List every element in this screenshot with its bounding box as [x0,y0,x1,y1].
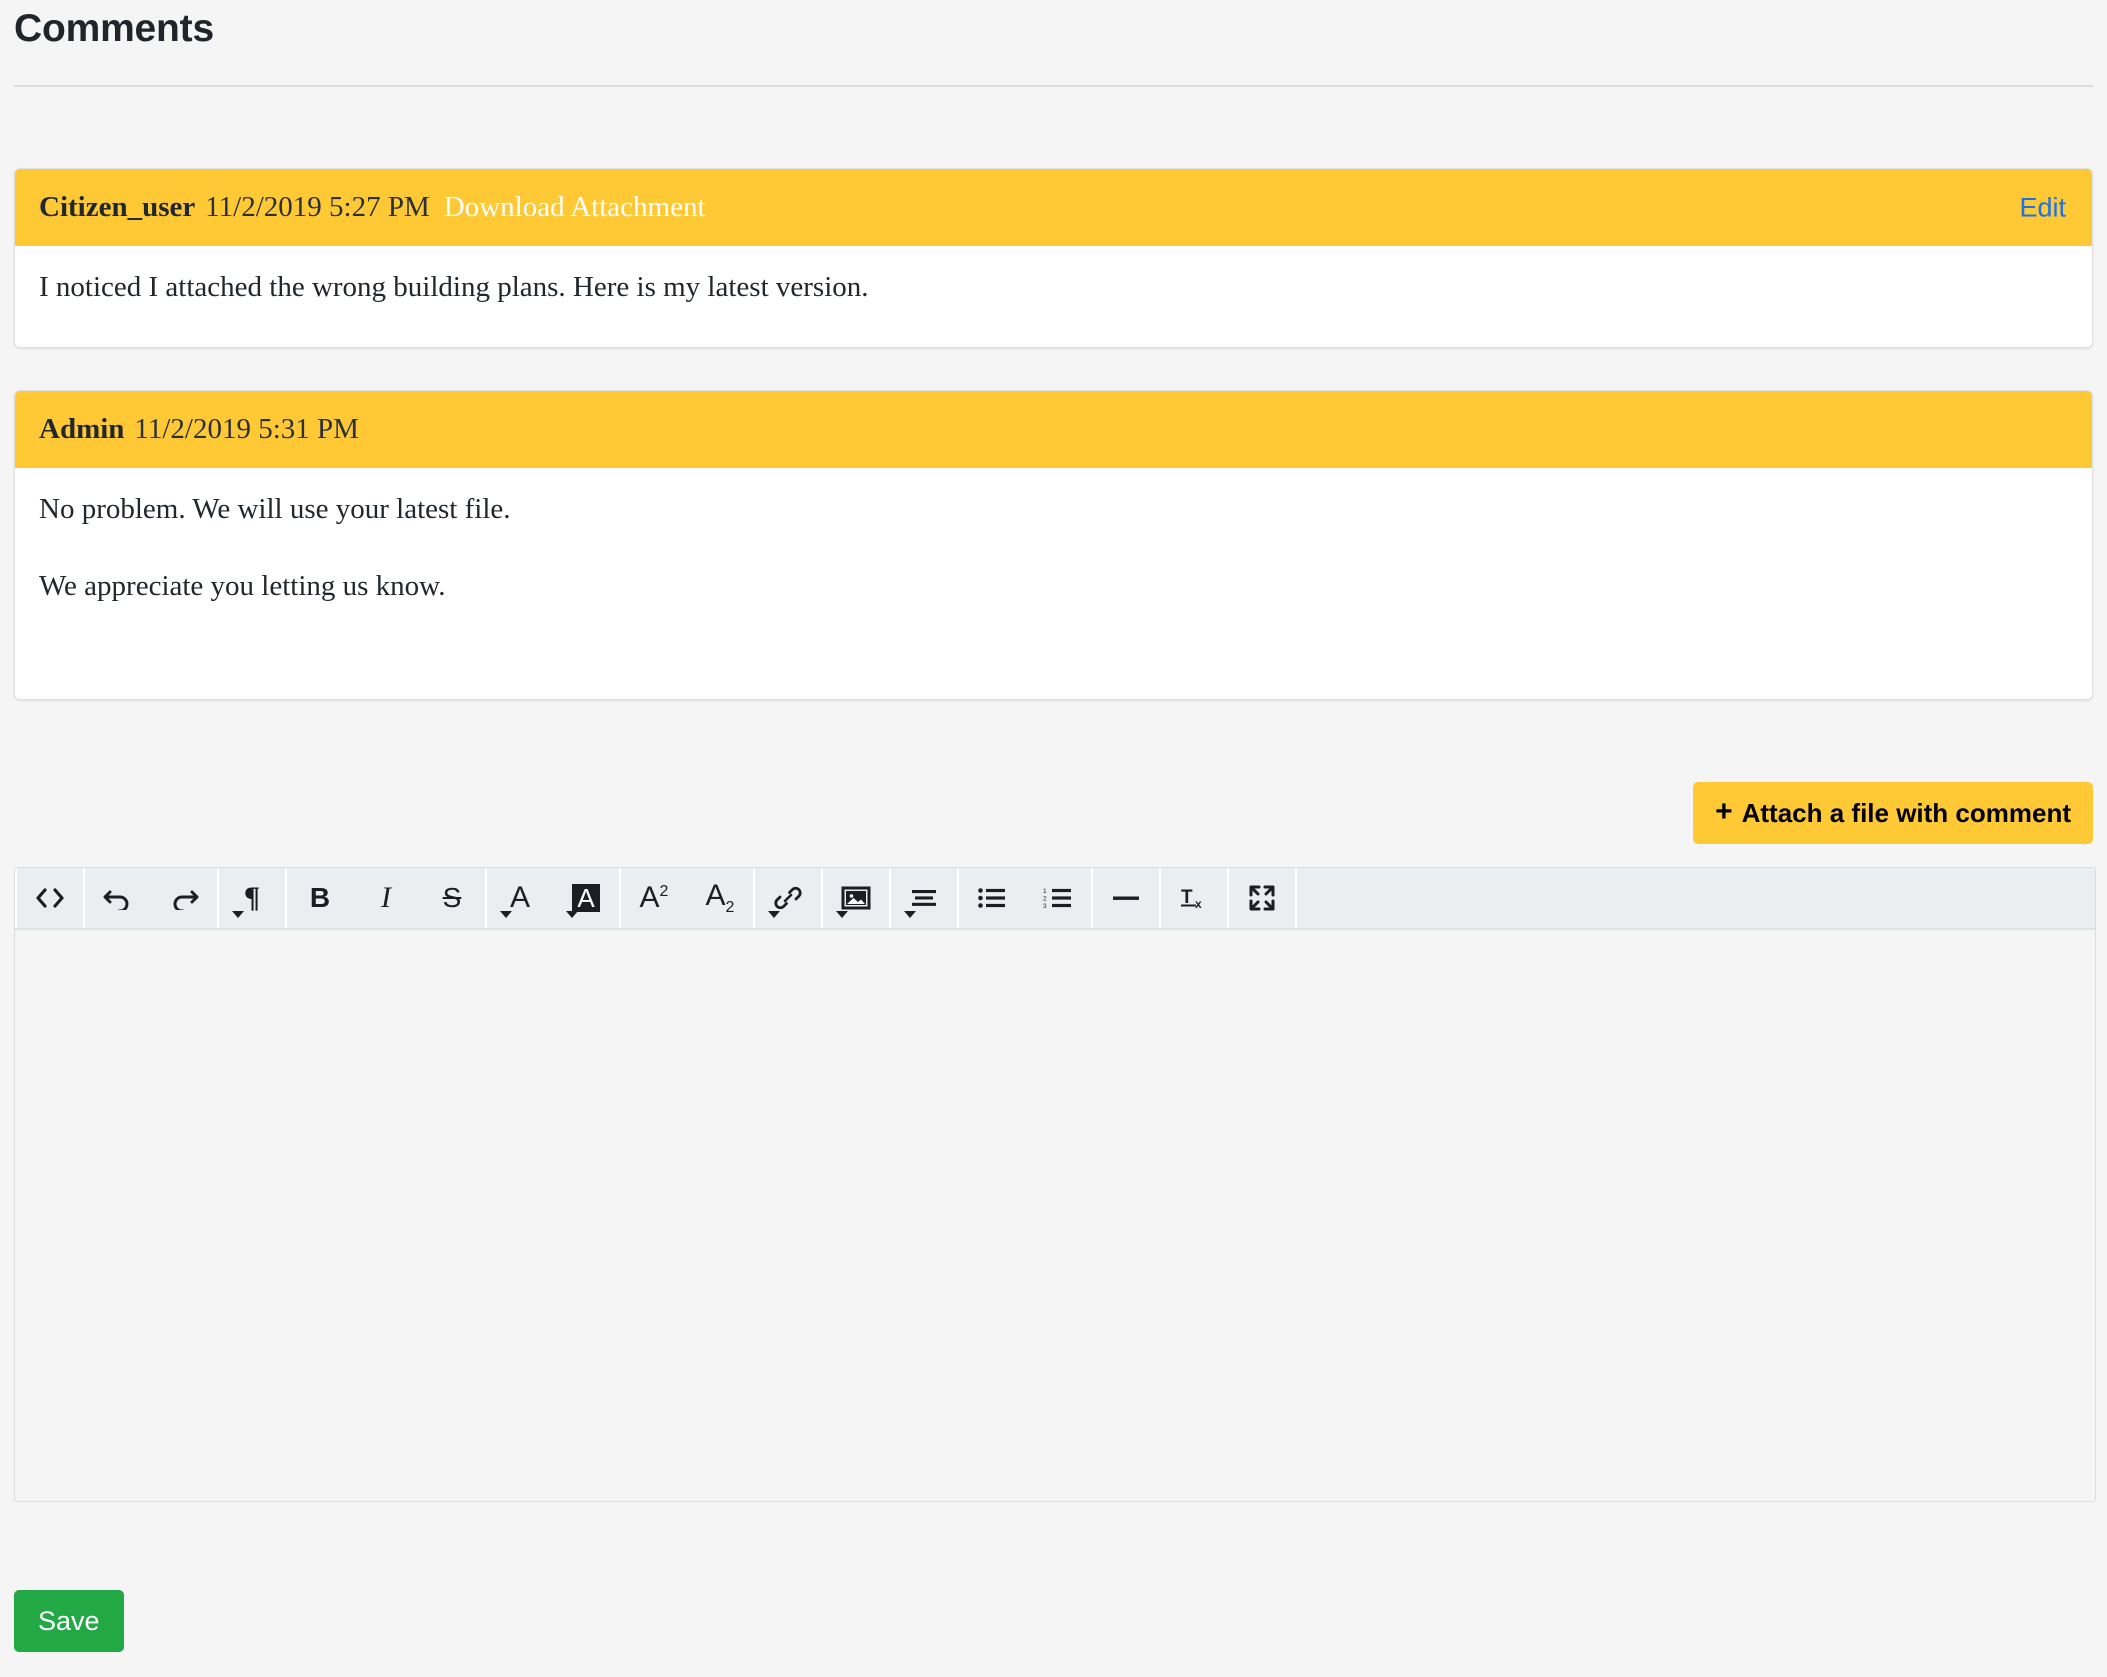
chevron-down-icon [768,911,780,918]
strikethrough-icon[interactable]: S [419,868,485,928]
comment-card: Citizen_user 11/2/2019 5:27 PM Download … [14,168,2093,348]
align-icon[interactable] [891,868,957,928]
comment-editor-input[interactable] [15,930,2095,1501]
toolbar-group-fullscreen [1229,868,1297,928]
toolbar-group-source [15,868,85,928]
comment-header: Citizen_user 11/2/2019 5:27 PM Download … [15,169,2092,246]
comment-card: Admin 11/2/2019 5:31 PM No problem. We w… [14,390,2093,700]
background-color-icon[interactable]: A [553,868,619,928]
italic-icon[interactable]: I [353,868,419,928]
edit-comment-link[interactable]: Edit [2019,192,2066,223]
toolbar-group-text-style: B I S [287,868,487,928]
chevron-down-icon [904,911,916,918]
bold-icon[interactable]: B [287,868,353,928]
svg-text:3: 3 [1043,903,1047,909]
download-attachment-link[interactable]: Download Attachment [444,191,706,224]
toolbar-group-image [823,868,891,928]
svg-text:2: 2 [1043,896,1047,903]
comment-body: I noticed I attached the wrong building … [15,246,2092,327]
title-divider [14,85,2093,87]
chevron-down-icon [836,911,848,918]
toolbar-group-horizontal-rule [1093,868,1161,928]
fullscreen-icon[interactable] [1229,868,1295,928]
attach-button-label: Attach a file with comment [1741,797,2071,828]
redo-icon[interactable] [151,868,217,928]
toolbar-group-lists: 123 [959,868,1093,928]
rich-text-editor: ¶ B I S A A A2 A2 1 2 3 T x [14,867,2096,1502]
comment-author: Admin [39,413,125,445]
chevron-down-icon [500,911,512,918]
ordered-list-icon[interactable]: 123 [1025,868,1091,928]
chevron-down-icon [566,911,578,918]
comment-author: Citizen_user [39,191,196,223]
comment-timestamp: 11/2/2019 5:27 PM [205,191,430,223]
toolbar-group-script: A2 A2 [621,868,755,928]
page-title: Comments [14,7,214,50]
toolbar-group-link [755,868,823,928]
unordered-list-icon[interactable] [959,868,1025,928]
comment-header: Admin 11/2/2019 5:31 PM [15,391,2092,468]
comment-timestamp: 11/2/2019 5:31 PM [134,413,359,445]
clear-formatting-icon[interactable]: Tx [1161,868,1227,928]
toolbar-group-clear-formatting: Tx [1161,868,1229,928]
text-color-icon[interactable]: A [487,868,553,928]
chevron-down-icon [232,911,244,918]
paragraph-format-icon[interactable]: ¶ [219,868,285,928]
toolbar-group-history [85,868,219,928]
link-icon[interactable] [755,868,821,928]
comment-body: No problem. We will use your latest file… [15,468,2092,626]
editor-toolbar: ¶ B I S A A A2 A2 1 2 3 T x [15,868,2095,930]
attach-file-with-comment-button[interactable]: + Attach a file with comment [1693,782,2093,844]
undo-icon[interactable] [85,868,151,928]
comment-paragraph: No problem. We will use your latest file… [39,493,511,525]
toolbar-group-colors: A A [487,868,621,928]
plus-icon: + [1715,795,1733,828]
comment-paragraph: I noticed I attached the wrong building … [39,271,869,303]
toolbar-group-align [891,868,959,928]
comments-page: Comments Citizen_user 11/2/2019 5:27 PM … [0,0,2107,1677]
superscript-icon[interactable]: A2 [621,868,687,928]
code-view-icon[interactable] [17,868,83,928]
horizontal-rule-icon[interactable] [1093,868,1159,928]
svg-text:1: 1 [1043,888,1047,895]
subscript-icon[interactable]: A2 [687,868,753,928]
save-button[interactable]: Save [14,1590,124,1652]
image-icon[interactable] [823,868,889,928]
toolbar-group-paragraph-format: ¶ [219,868,287,928]
svg-text:x: x [1195,897,1202,911]
comment-paragraph: We appreciate you letting us know. [39,570,446,603]
